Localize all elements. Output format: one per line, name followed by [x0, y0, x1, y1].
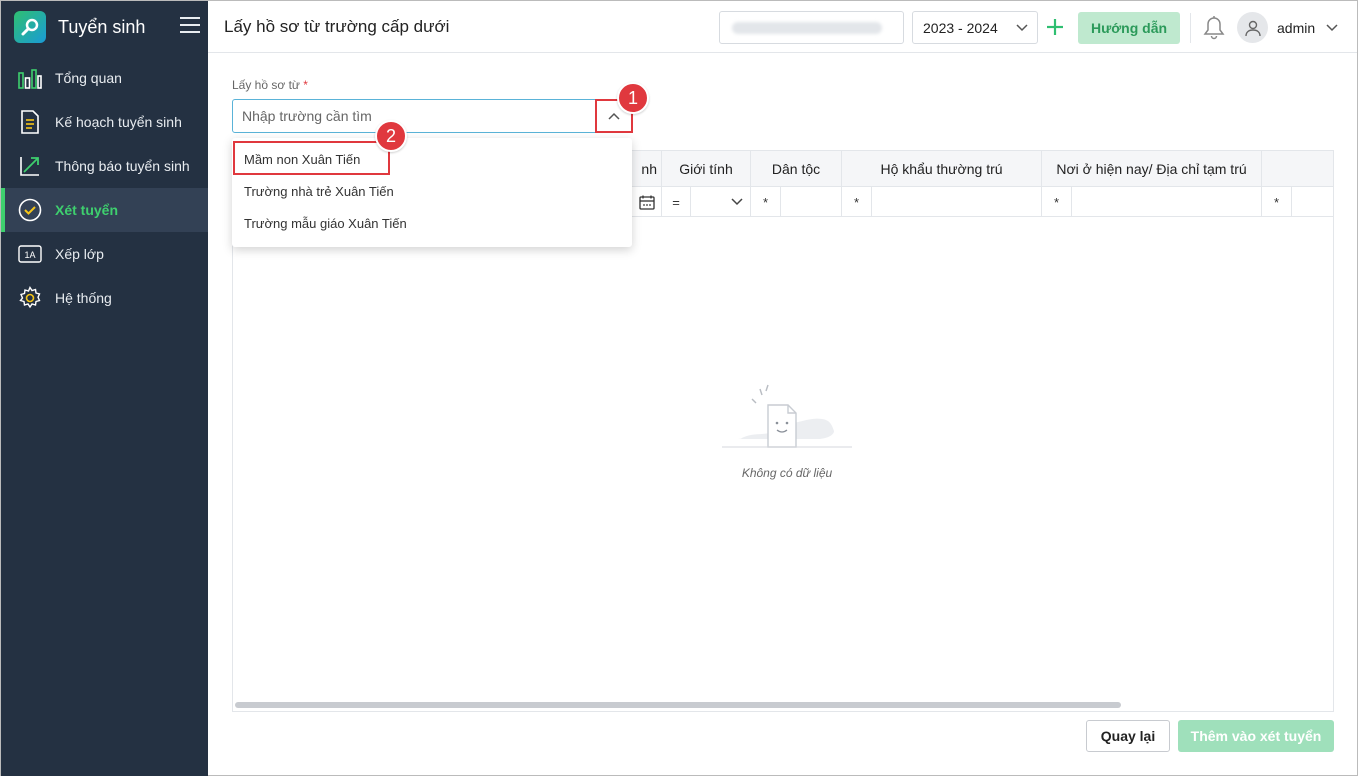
sidebar: Tuyển sinh Tổng quan Kế hoạch tuyển sinh…: [1, 1, 208, 776]
school-name-redacted: [732, 21, 882, 34]
label-text: Lấy hồ sơ từ: [232, 78, 300, 92]
residence-filter-input[interactable]: [872, 187, 1042, 217]
brand: Tuyển sinh: [1, 1, 208, 53]
sidebar-item-he-thong[interactable]: Hệ thống: [1, 276, 208, 320]
chevron-down-icon[interactable]: [1325, 20, 1339, 37]
horizontal-scrollbar[interactable]: [235, 702, 1121, 708]
user-icon: [1244, 20, 1261, 36]
required-mark: *: [303, 78, 308, 92]
sidebar-item-xet-tuyen[interactable]: Xét tuyển: [1, 188, 208, 232]
option-highlight-box: [233, 141, 390, 175]
bell-icon[interactable]: [1202, 15, 1226, 44]
top-header: Lấy hồ sơ từ trường cấp dưới 2023 - 2024…: [208, 1, 1357, 53]
school-options-dropdown: Mầm non Xuân Tiến Trường nhà trẻ Xuân Ti…: [232, 138, 632, 247]
school-search-input[interactable]: [242, 108, 582, 124]
annotation-badge-1: 1: [617, 82, 649, 114]
guide-button[interactable]: Hướng dẫn: [1078, 12, 1180, 44]
source-field-label: Lấy hồ sơ từ *: [232, 78, 308, 92]
column-header-noi-o[interactable]: Nơi ở hiện nay/ Địa chỉ tạm trú: [1042, 151, 1262, 187]
column-header-ho-khau[interactable]: Hộ khẩu thường trú: [842, 151, 1042, 187]
option-nha-tre-xuan-tien[interactable]: Trường nhà trẻ Xuân Tiến: [244, 184, 394, 199]
class-1a-icon: 1A: [17, 241, 43, 267]
sidebar-item-label: Xét tuyển: [55, 202, 119, 218]
address-filter-input[interactable]: [1072, 187, 1262, 217]
chevron-down-icon: [1015, 20, 1029, 37]
page-title: Lấy hồ sơ từ trường cấp dưới: [224, 17, 450, 36]
gender-filter-select[interactable]: [691, 187, 751, 217]
sidebar-item-ke-hoach[interactable]: Kế hoạch tuyển sinh: [1, 100, 208, 144]
brand-title: Tuyển sinh: [58, 16, 146, 37]
year-select[interactable]: 2023 - 2024: [912, 11, 1038, 44]
sidebar-item-label: Thông báo tuyển sinh: [55, 158, 190, 174]
ethnicity-filter-input[interactable]: [781, 187, 842, 217]
empty-document-icon: [722, 384, 852, 448]
ethnicity-filter-operator[interactable]: *: [751, 187, 781, 217]
plus-icon: [1047, 19, 1063, 35]
school-search-field[interactable]: [232, 99, 633, 133]
header-divider: [1190, 13, 1191, 43]
calendar-icon: [639, 195, 655, 210]
address-filter-operator[interactable]: *: [1042, 187, 1072, 217]
back-button[interactable]: Quay lại: [1086, 720, 1170, 752]
name-filter-input[interactable]: [1292, 187, 1333, 217]
add-to-admission-button[interactable]: Thêm vào xét tuyển: [1178, 720, 1334, 752]
sidebar-item-tong-quan[interactable]: Tổng quan: [1, 56, 208, 100]
chevron-down-icon: [731, 198, 743, 206]
gender-filter-operator[interactable]: =: [662, 187, 691, 217]
gear-icon: [17, 285, 43, 311]
chevron-up-icon: [608, 112, 620, 120]
name-filter-operator[interactable]: *: [1262, 187, 1292, 217]
sidebar-nav: Tổng quan Kế hoạch tuyển sinh Thông báo …: [1, 56, 208, 320]
option-mau-giao-xuan-tien[interactable]: Trường mẫu giáo Xuân Tiến: [244, 216, 407, 231]
sidebar-item-label: Xếp lớp: [55, 246, 104, 262]
sidebar-item-label: Kế hoạch tuyển sinh: [55, 114, 182, 130]
menu-toggle-icon[interactable]: [180, 17, 200, 35]
column-header-ho[interactable]: Họ: [1262, 151, 1333, 187]
app-logo-icon: [14, 11, 46, 43]
add-year-button[interactable]: [1042, 13, 1068, 41]
empty-state: Không có dữ liệu: [717, 381, 857, 480]
column-header-gioi-tinh[interactable]: Giới tính: [662, 151, 751, 187]
empty-state-text: Không có dữ liệu: [741, 466, 833, 480]
sidebar-item-label: Tổng quan: [55, 70, 122, 86]
avatar[interactable]: [1237, 12, 1268, 43]
user-name[interactable]: admin: [1277, 20, 1315, 36]
column-header-dan-toc[interactable]: Dân tộc: [751, 151, 842, 187]
residence-filter-operator[interactable]: *: [842, 187, 872, 217]
arrow-up-right-icon: [17, 153, 43, 179]
sidebar-item-xep-lop[interactable]: 1A Xếp lớp: [1, 232, 208, 276]
sidebar-item-label: Hệ thống: [55, 290, 112, 306]
year-value: 2023 - 2024: [923, 19, 998, 36]
svg-text:1A: 1A: [24, 250, 35, 260]
check-circle-icon: [17, 197, 43, 223]
sidebar-item-thong-bao[interactable]: Thông báo tuyển sinh: [1, 144, 208, 188]
annotation-badge-2: 2: [375, 120, 407, 152]
document-icon: [17, 109, 43, 135]
chart-bars-icon: [17, 65, 43, 91]
school-selector[interactable]: [719, 11, 904, 44]
